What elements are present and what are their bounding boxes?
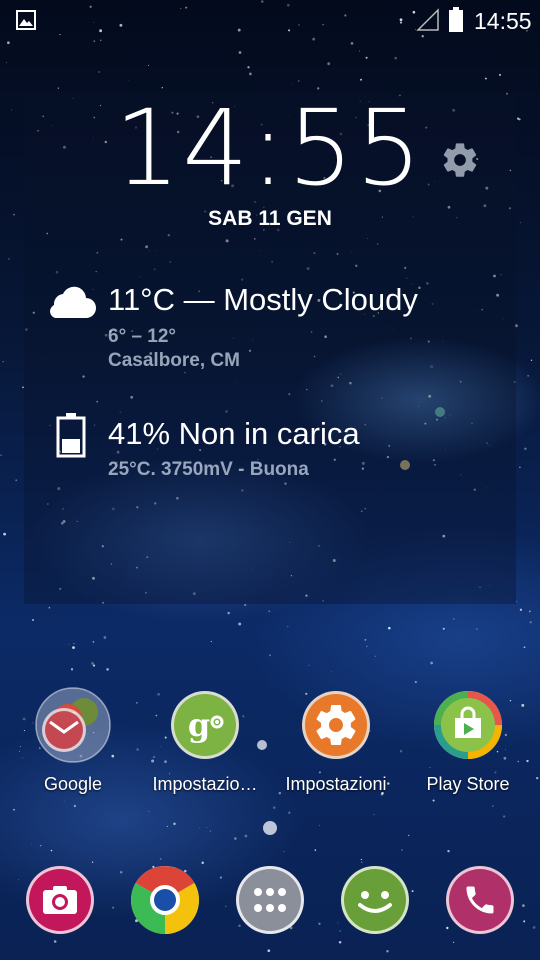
camera-icon[interactable] [25, 865, 95, 935]
status-bar: 14:55 [0, 0, 540, 40]
image-notification-icon [16, 10, 36, 30]
app-google-settings[interactable]: g Impostazio… [140, 690, 270, 795]
google-settings-icon: g [170, 690, 240, 760]
app-google-folder[interactable]: g Google [8, 687, 138, 795]
app-drawer-icon[interactable] [235, 865, 305, 935]
app-label: Google [43, 774, 103, 794]
phone-icon[interactable] [445, 865, 515, 935]
weather-location: Casalbore, CM [108, 350, 240, 371]
battery-icon [56, 413, 86, 458]
app-settings[interactable]: Impostazioni [271, 690, 401, 795]
widget-date[interactable]: SAB 11 GEN [0, 207, 540, 231]
messenger-icon[interactable] [340, 865, 410, 935]
status-time: 14:55 [474, 8, 532, 34]
app-label: Play Store [426, 774, 510, 794]
clock-time[interactable]: 14:55 [114, 96, 424, 200]
page-indicator-dot [263, 821, 277, 835]
app-label: Impostazio… [152, 774, 258, 794]
app-play-store[interactable]: Play Store [403, 690, 533, 795]
battery-icon [449, 7, 463, 32]
signal-icon [416, 8, 439, 31]
gear-icon[interactable] [440, 140, 480, 180]
weather-range: 6° – 12° [108, 326, 177, 347]
battery-details: 25°C. 3750mV - Buona [108, 459, 309, 480]
app-label: Impostazioni [285, 774, 387, 794]
svg-text:g: g [188, 706, 210, 744]
settings-icon [301, 690, 371, 760]
cloud-icon [50, 286, 96, 318]
weather-summary[interactable]: 11°C — Mostly Cloudy [108, 282, 418, 318]
battery-summary[interactable]: 41% Non in carica [108, 416, 360, 452]
chrome-icon[interactable] [130, 865, 200, 935]
play-store-icon [433, 690, 503, 760]
google-folder-icon: g [35, 687, 111, 763]
